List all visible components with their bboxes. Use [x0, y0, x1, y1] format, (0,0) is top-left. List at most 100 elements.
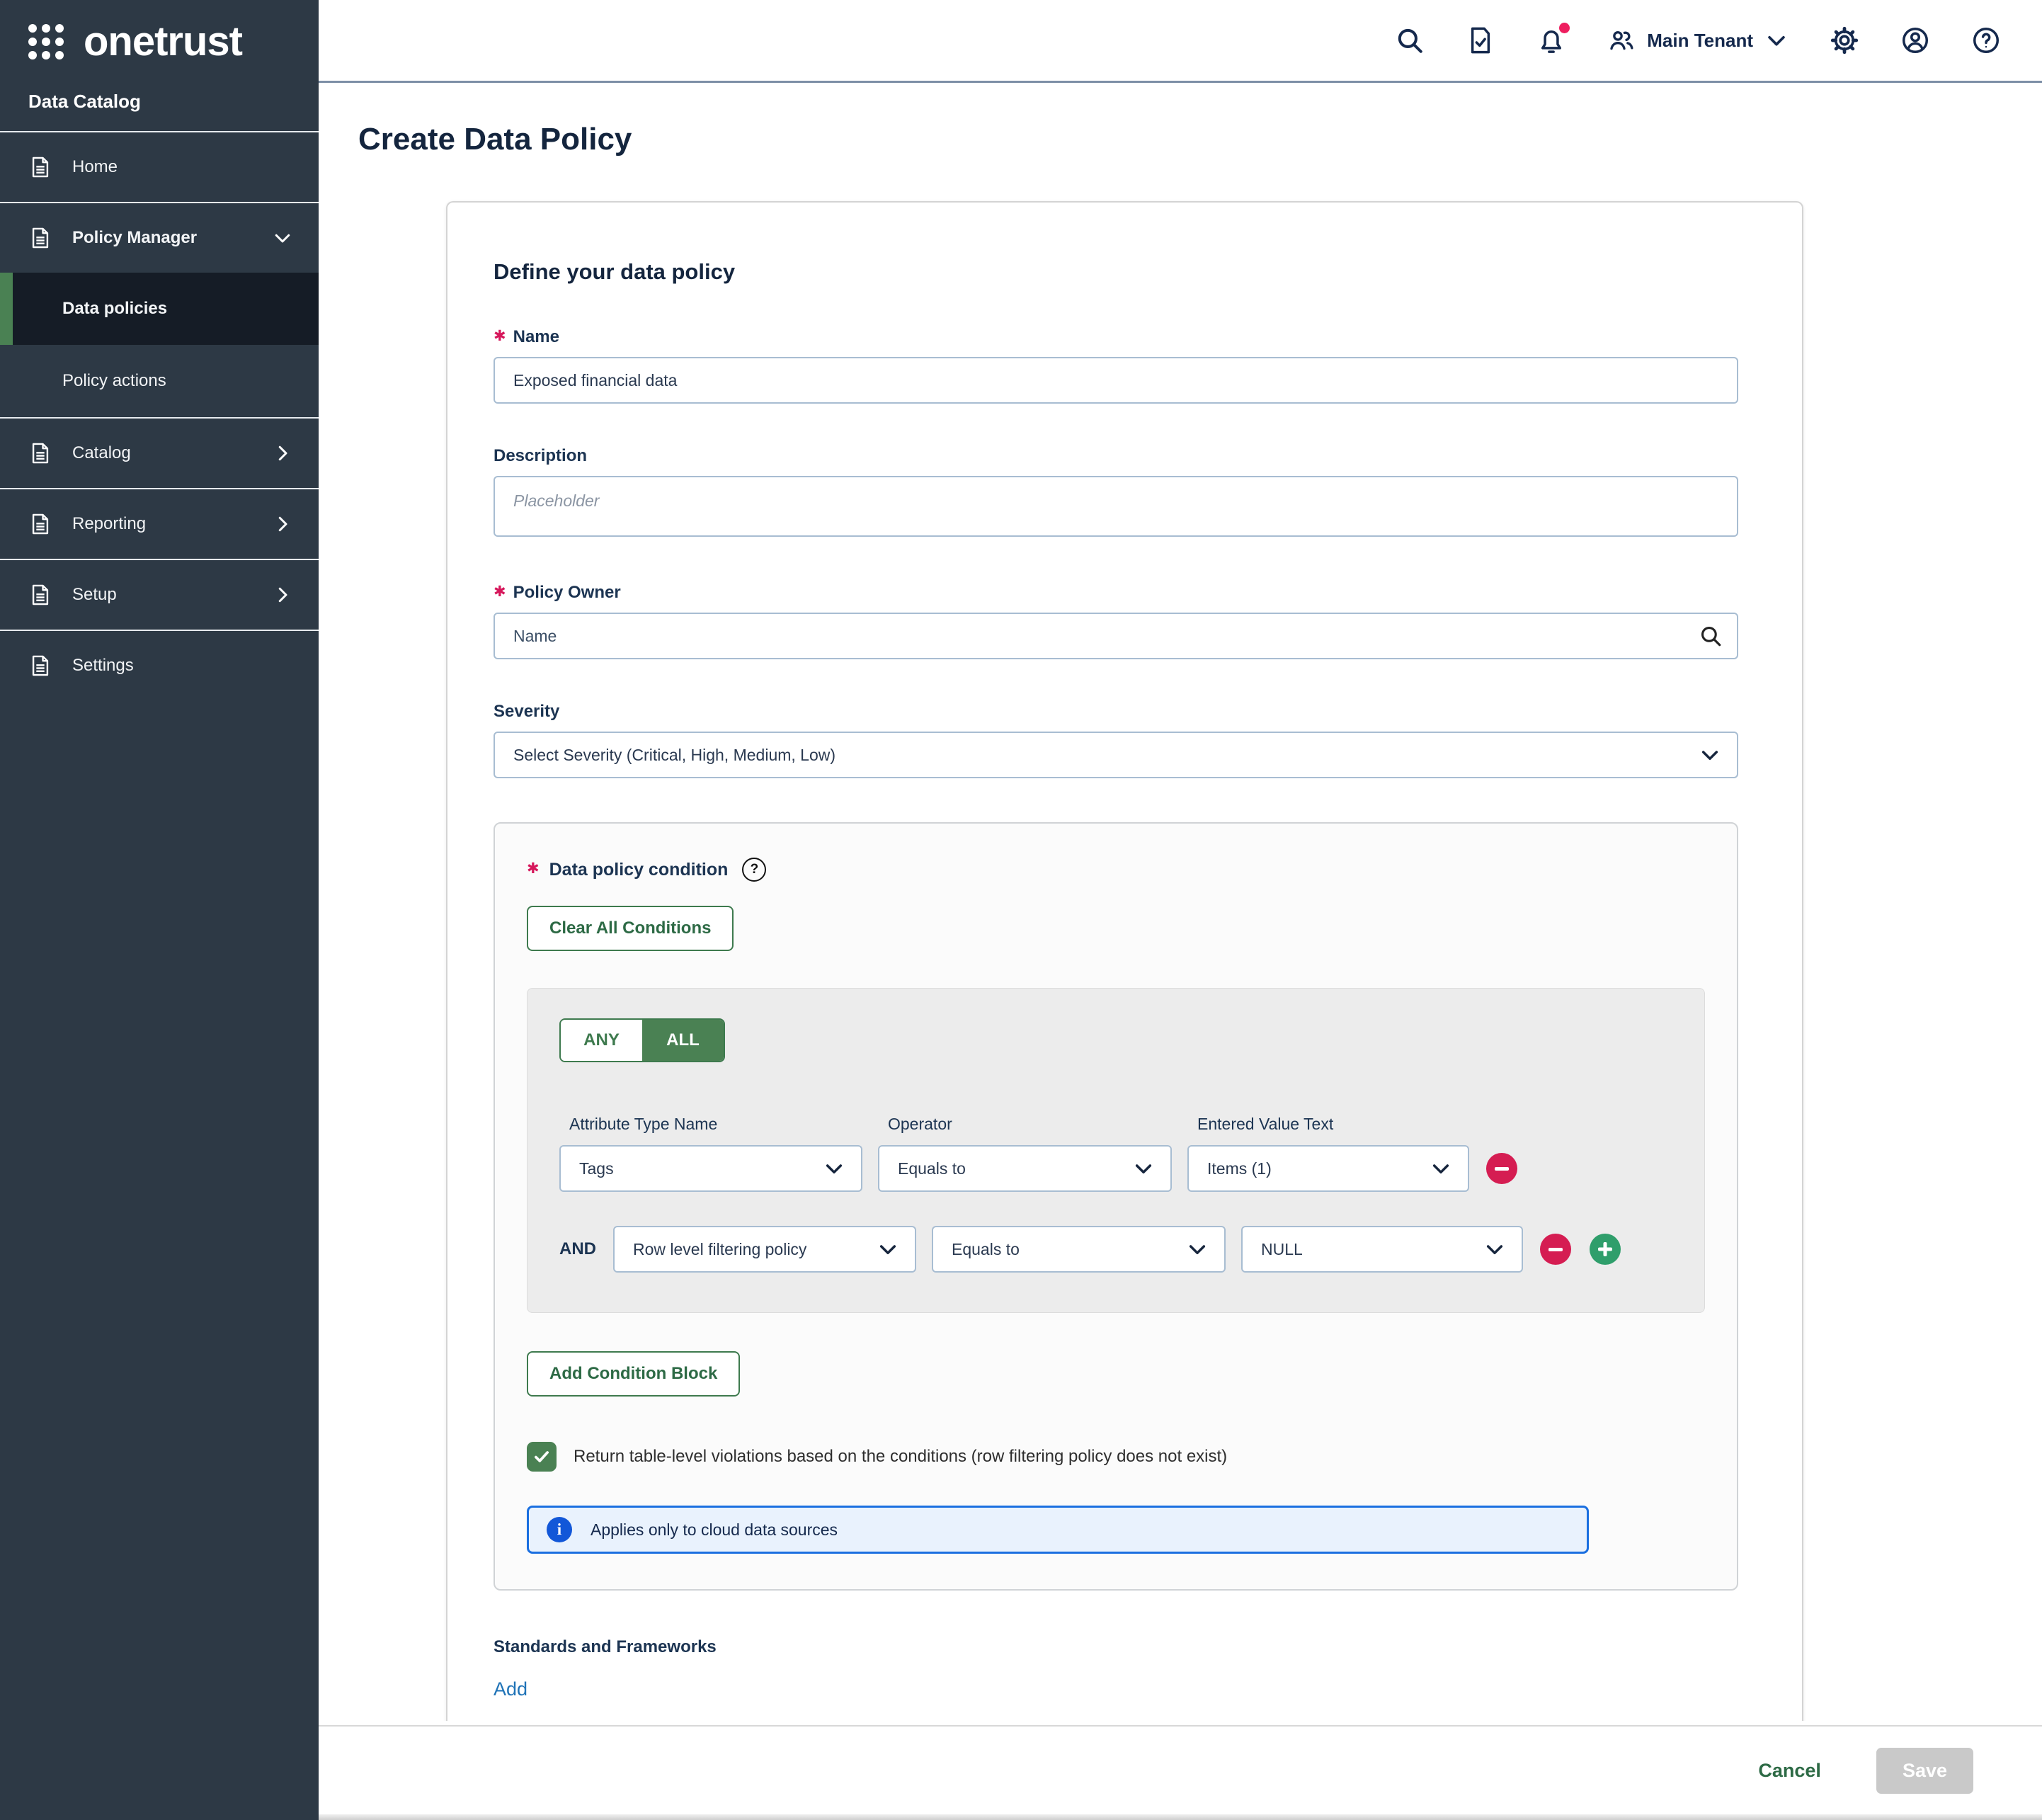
condition-row: Tags Equals to Items (1) — [559, 1145, 1672, 1192]
required-asterisk: ✱ — [494, 329, 506, 343]
severity-select[interactable]: Select Severity (Critical, High, Medium,… — [494, 732, 1738, 778]
chevron-down-icon — [823, 1157, 845, 1180]
severity-value: Select Severity (Critical, High, Medium,… — [513, 746, 835, 765]
document-icon — [28, 226, 52, 250]
chevron-down-icon — [272, 227, 293, 249]
operator-select[interactable]: Equals to — [878, 1145, 1172, 1192]
tenant-switcher[interactable]: Main Tenant — [1607, 26, 1789, 55]
add-condition-button[interactable] — [1590, 1234, 1621, 1265]
section-title: Define your data policy — [494, 259, 1738, 285]
description-input[interactable] — [494, 476, 1738, 537]
notifications-bell-icon[interactable] — [1536, 25, 1566, 55]
chevron-down-icon — [1483, 1238, 1506, 1261]
severity-label: Severity — [494, 702, 559, 722]
sidebar-item-label: Policy actions — [62, 371, 293, 391]
sidebar-item-catalog[interactable]: Catalog — [0, 417, 319, 488]
app-grid-icon[interactable] — [28, 24, 64, 59]
brand-wordmark: onetrust — [84, 21, 242, 62]
attribute-select[interactable]: Tags — [559, 1145, 862, 1192]
document-icon — [28, 654, 52, 678]
toggle-all[interactable]: ALL — [642, 1020, 724, 1061]
sidebar-item-label: Policy Manager — [72, 228, 272, 248]
help-icon[interactable] — [1971, 25, 2001, 55]
condition-block: ANY ALL Attribute Type Name Operator Ent… — [527, 988, 1705, 1313]
document-check-icon[interactable] — [1466, 25, 1495, 55]
checkbox-label: Return table-level violations based on t… — [574, 1447, 1227, 1467]
sidebar-item-label: Home — [72, 157, 293, 177]
remove-condition-button[interactable] — [1486, 1153, 1517, 1184]
checkmark-icon — [532, 1448, 551, 1466]
column-header-value: Entered Value Text — [1187, 1115, 1469, 1134]
search-icon[interactable] — [1395, 25, 1425, 55]
sidebar-item-label: Data policies — [62, 299, 293, 319]
bottom-edge — [319, 1814, 2042, 1820]
operator-select[interactable]: Equals to — [932, 1226, 1226, 1273]
condition-label: Data policy condition — [549, 860, 729, 880]
sidebar-item-reporting[interactable]: Reporting — [0, 488, 319, 559]
value-select[interactable]: NULL — [1241, 1226, 1523, 1273]
document-icon — [28, 441, 52, 465]
sidebar-item-data-policies[interactable]: Data policies — [0, 273, 319, 345]
search-icon — [1699, 624, 1723, 648]
name-input[interactable] — [494, 357, 1738, 404]
required-asterisk: ✱ — [494, 584, 506, 599]
chevron-right-icon — [272, 584, 293, 605]
conjunction-label: AND — [559, 1239, 605, 1259]
info-banner: i Applies only to cloud data sources — [527, 1506, 1589, 1554]
value-select[interactable]: Items (1) — [1187, 1145, 1469, 1192]
chevron-right-icon — [272, 513, 293, 535]
sidebar-item-settings[interactable]: Settings — [0, 630, 319, 700]
sidebar-item-home[interactable]: Home — [0, 131, 319, 202]
document-icon — [28, 155, 52, 179]
info-banner-text: Applies only to cloud data sources — [591, 1520, 838, 1540]
sidebar-item-label: Catalog — [72, 443, 272, 463]
remove-condition-button[interactable] — [1540, 1234, 1571, 1265]
policy-owner-field-group: ✱ Policy Owner — [494, 583, 1738, 659]
account-icon[interactable] — [1900, 25, 1930, 55]
main-content: Create Data Policy Define your data poli… — [319, 85, 2042, 1721]
brand-logo: onetrust — [0, 0, 319, 78]
description-field-group: Description — [494, 446, 1738, 540]
top-header: Main Tenant — [319, 0, 2042, 83]
column-header-operator: Operator — [878, 1115, 1172, 1134]
info-icon: i — [547, 1517, 572, 1542]
chevron-down-icon — [1186, 1238, 1209, 1261]
help-icon[interactable]: ? — [742, 858, 766, 882]
column-header-attribute: Attribute Type Name — [559, 1115, 862, 1134]
sidebar-item-label: Settings — [72, 656, 293, 676]
settings-gear-icon[interactable] — [1830, 25, 1859, 55]
sidebar-item-policy-actions[interactable]: Policy actions — [0, 345, 319, 417]
sidebar-item-setup[interactable]: Setup — [0, 559, 319, 630]
name-label: Name — [513, 327, 559, 347]
policy-owner-input[interactable] — [494, 613, 1738, 659]
save-button[interactable]: Save — [1876, 1748, 1973, 1794]
standards-add-link[interactable]: Add — [494, 1678, 527, 1700]
chevron-down-icon — [1430, 1157, 1452, 1180]
sidebar-item-label: Setup — [72, 585, 272, 605]
add-condition-block-button[interactable]: Add Condition Block — [527, 1351, 740, 1397]
condition-section: ✱ Data policy condition ? Clear All Cond… — [494, 822, 1738, 1591]
chevron-down-icon — [877, 1238, 899, 1261]
description-label: Description — [494, 446, 587, 466]
table-level-violations-checkbox-row[interactable]: Return table-level violations based on t… — [527, 1442, 1705, 1472]
action-footer: Cancel Save — [319, 1725, 2042, 1814]
attribute-select[interactable]: Row level filtering policy — [613, 1226, 916, 1273]
chevron-down-icon — [1132, 1157, 1155, 1180]
severity-field-group: Severity Select Severity (Critical, High… — [494, 702, 1738, 778]
policy-owner-label: Policy Owner — [513, 583, 621, 603]
create-policy-card: Define your data policy ✱ Name Descripti… — [446, 201, 1803, 1721]
sidebar-item-label: Reporting — [72, 514, 272, 534]
condition-row: AND Row level filtering policy Equals to… — [559, 1226, 1672, 1273]
toggle-any[interactable]: ANY — [561, 1020, 642, 1061]
clear-all-conditions-button[interactable]: Clear All Conditions — [527, 906, 734, 951]
cancel-button[interactable]: Cancel — [1758, 1760, 1821, 1782]
notification-badge — [1559, 23, 1570, 33]
sidebar-item-policy-manager[interactable]: Policy Manager — [0, 202, 319, 273]
tenant-users-icon — [1607, 26, 1636, 55]
product-label: Data Catalog — [0, 78, 319, 131]
checkbox-checked[interactable] — [527, 1442, 557, 1472]
required-asterisk: ✱ — [527, 861, 540, 876]
sidebar: onetrust Data Catalog Home Policy Manage… — [0, 0, 319, 1820]
chevron-down-icon — [1764, 28, 1789, 52]
tenant-label: Main Tenant — [1647, 30, 1753, 52]
